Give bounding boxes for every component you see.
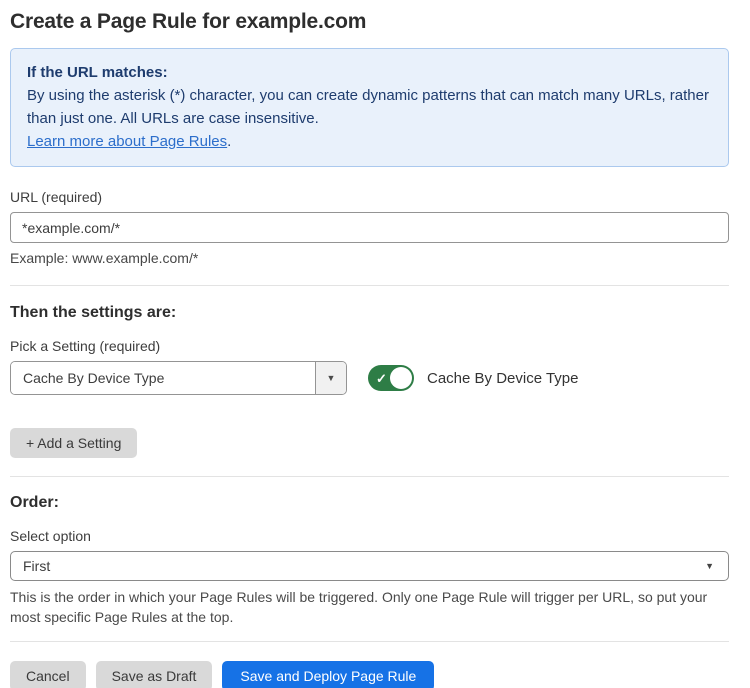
info-box-link-line: Learn more about Page Rules. (27, 130, 712, 153)
setting-dropdown-value: Cache By Device Type (11, 362, 315, 394)
learn-more-link[interactable]: Learn more about Page Rules (27, 133, 227, 150)
order-section-heading: Order: (10, 494, 729, 512)
footer-button-row: Cancel Save as Draft Save and Deploy Pag… (10, 661, 729, 688)
toggle-knob (390, 367, 412, 389)
divider-url-settings (10, 285, 729, 286)
cancel-button[interactable]: Cancel (10, 661, 86, 688)
settings-section-heading: Then the settings are: (10, 304, 729, 322)
setting-row: Cache By Device Type ▼ ✓ Cache By Device… (10, 361, 729, 395)
toggle-label: Cache By Device Type (427, 370, 578, 387)
info-box-body: By using the asterisk (*) character, you… (27, 84, 712, 130)
save-draft-button[interactable]: Save as Draft (96, 661, 213, 688)
save-deploy-button[interactable]: Save and Deploy Page Rule (222, 661, 434, 688)
link-suffix: . (227, 133, 231, 150)
chevron-down-icon[interactable]: ▼ (315, 362, 346, 394)
page-title: Create a Page Rule for example.com (10, 10, 729, 34)
order-select[interactable]: First ▼ (10, 551, 729, 581)
cache-device-toggle[interactable]: ✓ (368, 365, 414, 391)
order-select-label: Select option (10, 528, 729, 544)
url-field-label: URL (required) (10, 189, 729, 205)
url-match-info-box: If the URL matches: By using the asteris… (10, 48, 729, 167)
url-input[interactable] (10, 212, 729, 243)
order-helper-text: This is the order in which your Page Rul… (10, 587, 729, 627)
divider-settings-order (10, 476, 729, 477)
pick-setting-label: Pick a Setting (required) (10, 338, 729, 354)
setting-dropdown[interactable]: Cache By Device Type ▼ (10, 361, 347, 395)
divider-footer (10, 641, 729, 642)
check-icon: ✓ (376, 372, 387, 385)
url-field-example: Example: www.example.com/* (10, 250, 729, 266)
page-rule-form: Create a Page Rule for example.com If th… (0, 0, 750, 688)
caret-down-icon: ▼ (705, 561, 714, 571)
info-box-heading: If the URL matches: (27, 61, 712, 84)
order-select-value: First (23, 558, 50, 574)
add-setting-button[interactable]: + Add a Setting (10, 428, 137, 458)
